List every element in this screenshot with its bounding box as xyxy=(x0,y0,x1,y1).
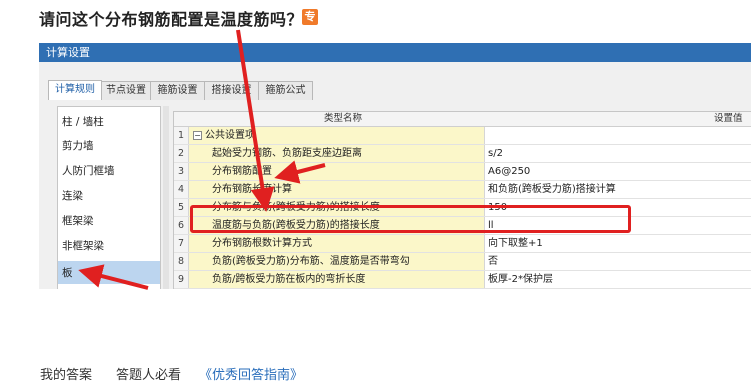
row-name: 分布钢筋长度计算 xyxy=(212,184,292,195)
row-number: 6 xyxy=(174,217,189,234)
answer-guide-link[interactable]: 《优秀回答指南》 xyxy=(199,364,303,383)
value-cell[interactable]: 和负筋(跨板受力筋)搭接计算 xyxy=(485,181,751,198)
sidebar-item-shear-wall[interactable]: 剪力墙 xyxy=(62,138,94,153)
question-title: 请问这个分布钢筋配置是温度筋吗？ xyxy=(39,10,304,29)
table-row[interactable]: 2 起始受力钢筋、负筋距支座边距离 s/2 xyxy=(174,145,751,163)
dialog-titlebar: 计算设置 xyxy=(39,43,751,62)
name-cell: 起始受力钢筋、负筋距支座边距离 xyxy=(189,145,485,162)
row-number: 7 xyxy=(174,235,189,252)
table-row[interactable]: 1 − 公共设置项 xyxy=(174,127,751,145)
tab-stirrup-settings[interactable]: 箍筋设置 xyxy=(150,81,205,100)
name-cell: 负筋(跨板受力筋)分布筋、温度筋是否带弯勾 xyxy=(189,253,485,270)
tab-stirrup-formula[interactable]: 箍筋公式 xyxy=(258,81,313,100)
value-cell[interactable]: A6@250 xyxy=(485,163,751,180)
value-cell[interactable]: s/2 xyxy=(485,145,751,162)
highlight-box xyxy=(190,205,631,233)
sidebar-scrollbar[interactable] xyxy=(163,106,169,289)
dialog-title: 计算设置 xyxy=(46,46,90,59)
row-number: 2 xyxy=(174,145,189,162)
row-name: 起始受力钢筋、负筋距支座边距离 xyxy=(212,148,362,159)
sidebar-item-nonframe-beam[interactable]: 非框架梁 xyxy=(62,238,104,253)
value-cell[interactable]: 板厚-2*保护层 xyxy=(485,271,751,288)
grid-header: 类型名称 设置值 xyxy=(174,112,751,127)
table-row[interactable]: 3 分布钢筋配置 A6@250 xyxy=(174,163,751,181)
row-name: 分布钢筋根数计算方式 xyxy=(212,238,312,249)
row-name: 负筋(跨板受力筋)分布筋、温度筋是否带弯勾 xyxy=(212,256,410,267)
component-sidebar: 柱 / 墙柱 剪力墙 人防门框墙 连梁 框架梁 非框架梁 板 xyxy=(57,106,161,289)
sidebar-item-slab[interactable]: 板 xyxy=(58,261,160,284)
collapse-icon[interactable]: − xyxy=(193,131,202,140)
header-type-name: 类型名称 xyxy=(324,113,363,124)
calc-settings-dialog: 计算设置 计算规则 节点设置 箍筋设置 搭接设置 箍筋公式 柱 / 墙柱 剪力墙… xyxy=(39,43,751,289)
row-number: 1 xyxy=(174,127,189,144)
table-row[interactable]: 8 负筋(跨板受力筋)分布筋、温度筋是否带弯勾 否 xyxy=(174,253,751,271)
tab-lap-settings[interactable]: 搭接设置 xyxy=(204,81,259,100)
name-cell: − 公共设置项 xyxy=(189,127,485,144)
sidebar-item-coupling-beam[interactable]: 连梁 xyxy=(62,188,83,203)
tab-node-settings[interactable]: 节点设置 xyxy=(101,81,151,100)
table-row[interactable]: 7 分布钢筋根数计算方式 向下取整+1 xyxy=(174,235,751,253)
row-name: 负筋/跨板受力筋在板内的弯折长度 xyxy=(212,274,366,285)
must-read-link[interactable]: 答题人必看 xyxy=(116,364,181,383)
name-cell: 负筋/跨板受力筋在板内的弯折长度 xyxy=(189,271,485,288)
row-number: 4 xyxy=(174,181,189,198)
table-row[interactable]: 9 负筋/跨板受力筋在板内的弯折长度 板厚-2*保护层 xyxy=(174,271,751,289)
settings-grid: 类型名称 设置值 1 − 公共设置项 2 起始受力钢筋、负筋距支座边距离 s/2… xyxy=(173,111,751,289)
expert-badge: 专 xyxy=(302,9,318,25)
sidebar-item-slab-label: 板 xyxy=(62,267,73,279)
row-number: 8 xyxy=(174,253,189,270)
value-cell[interactable]: 向下取整+1 xyxy=(485,235,751,252)
sidebar-item-blast-door-wall[interactable]: 人防门框墙 xyxy=(62,163,115,178)
row-name: 分布钢筋配置 xyxy=(212,166,272,177)
name-cell: 分布钢筋根数计算方式 xyxy=(189,235,485,252)
row-number: 5 xyxy=(174,199,189,216)
tab-calc-rules[interactable]: 计算规则 xyxy=(48,80,102,100)
header-setting-value: 设置值 xyxy=(714,113,743,124)
value-cell[interactable]: 否 xyxy=(485,253,751,270)
row-number: 9 xyxy=(174,271,189,288)
table-row[interactable]: 4 分布钢筋长度计算 和负筋(跨板受力筋)搭接计算 xyxy=(174,181,751,199)
row-name: 公共设置项 xyxy=(205,130,255,141)
value-cell[interactable] xyxy=(485,127,751,144)
row-number: 3 xyxy=(174,163,189,180)
name-cell: 分布钢筋配置 xyxy=(189,163,485,180)
sidebar-item-frame-beam[interactable]: 框架梁 xyxy=(62,213,94,228)
name-cell: 分布钢筋长度计算 xyxy=(189,181,485,198)
my-answer-link[interactable]: 我的答案 xyxy=(40,364,92,383)
sidebar-item-column[interactable]: 柱 / 墙柱 xyxy=(62,114,104,129)
